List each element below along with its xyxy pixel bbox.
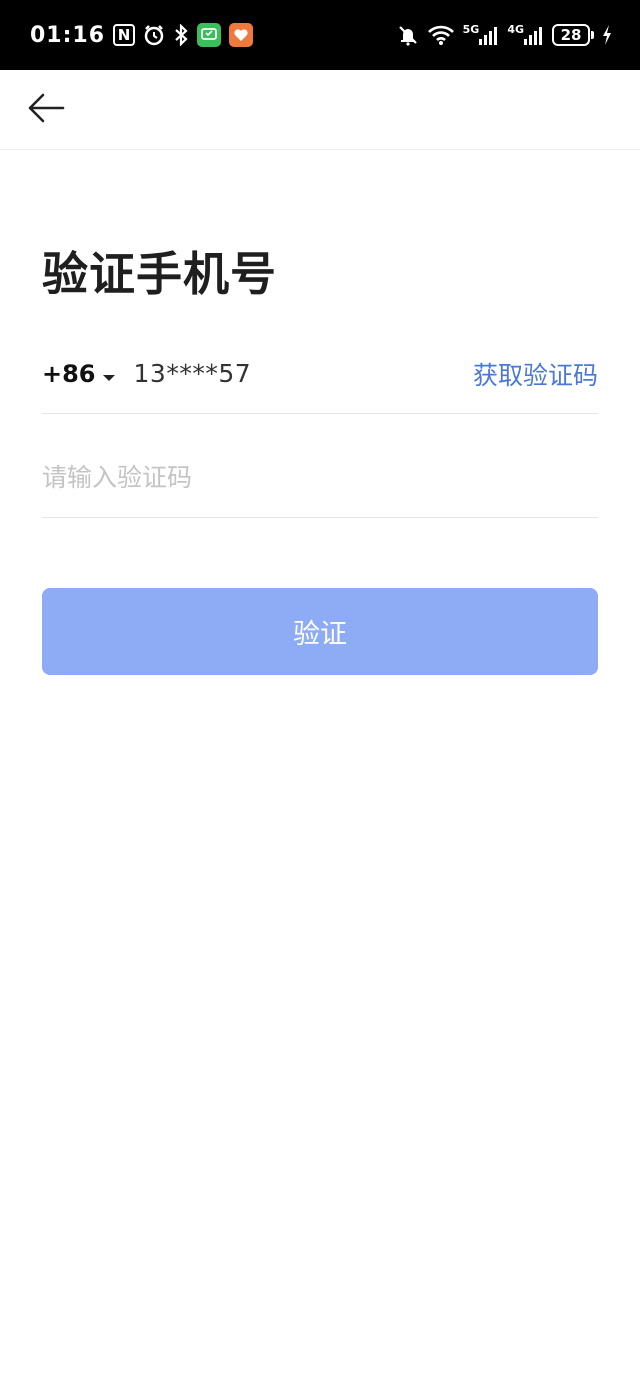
phone-number: 13****57 bbox=[133, 359, 252, 388]
nav-bar bbox=[0, 70, 640, 150]
phone-row: +86 13****57 获取验证码 bbox=[42, 334, 598, 414]
health-app-icon bbox=[229, 23, 254, 47]
caret-down-icon bbox=[102, 361, 116, 389]
signal-5g-icon: 5G bbox=[463, 24, 500, 46]
mute-icon bbox=[397, 24, 419, 46]
battery-icon: 28 bbox=[552, 24, 594, 46]
net-4g-label: 4G bbox=[507, 23, 524, 36]
app-notification-icon bbox=[197, 23, 222, 47]
nfc-icon: N bbox=[113, 24, 136, 46]
bluetooth-icon bbox=[173, 24, 189, 46]
country-code-selector[interactable]: +86 bbox=[42, 359, 116, 389]
battery-level: 28 bbox=[552, 24, 590, 46]
status-bar-right: 5G 4G 28 bbox=[397, 24, 612, 46]
verify-button[interactable]: 验证 bbox=[42, 588, 598, 675]
status-bar-left: 01:16 N bbox=[30, 22, 254, 48]
get-code-button[interactable]: 获取验证码 bbox=[473, 356, 598, 392]
alarm-icon bbox=[143, 24, 165, 46]
signal-4g-icon: 4G bbox=[507, 24, 544, 46]
battery-cap bbox=[591, 31, 594, 39]
page-title: 验证手机号 bbox=[42, 247, 277, 301]
verification-code-input[interactable] bbox=[42, 447, 598, 508]
status-time: 01:16 bbox=[30, 22, 106, 48]
charging-icon bbox=[602, 25, 612, 45]
verify-phone-screen: 01:16 N 5G 4G 28 验证手机号 +86 13****57 获取验证… bbox=[0, 0, 640, 1400]
status-bar: 01:16 N 5G 4G 28 bbox=[0, 0, 640, 70]
net-5g-label: 5G bbox=[462, 23, 480, 36]
code-row bbox=[42, 438, 598, 518]
arrow-left-icon bbox=[27, 92, 65, 128]
back-button[interactable] bbox=[24, 90, 68, 130]
country-code-label: +86 bbox=[42, 359, 96, 388]
wifi-icon bbox=[427, 24, 455, 46]
